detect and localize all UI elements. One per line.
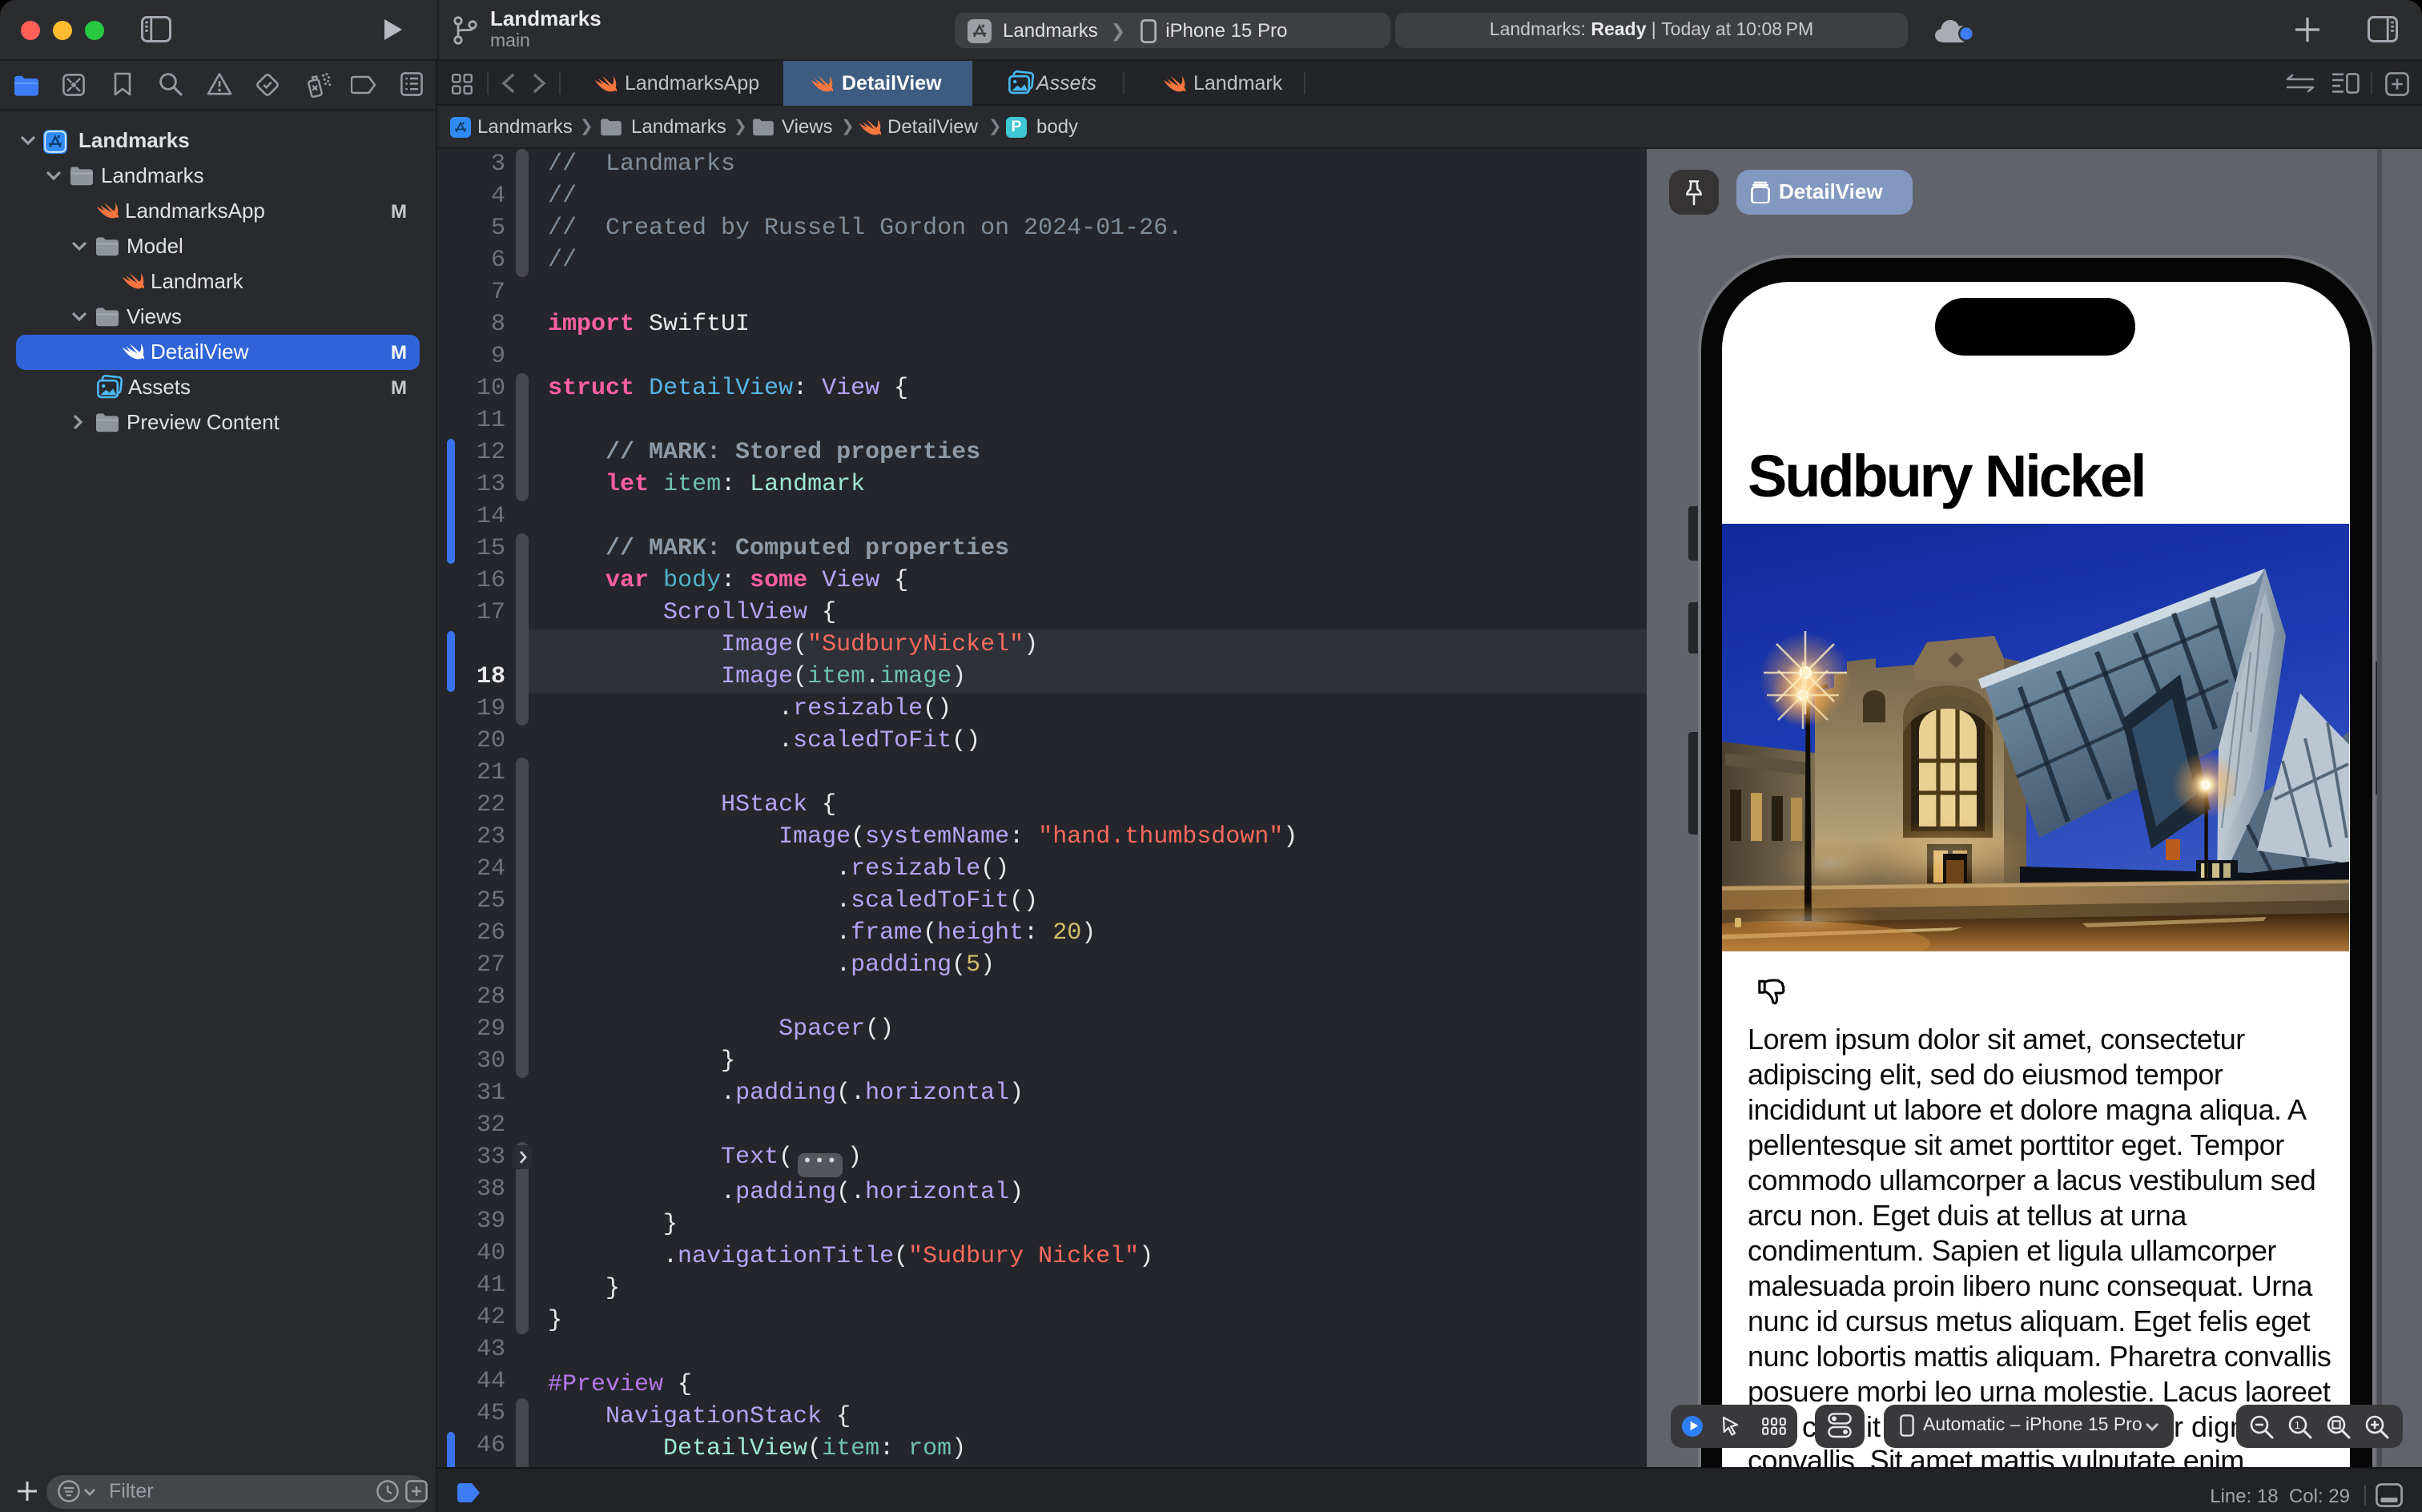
svg-text:1: 1 [2295,1418,2300,1430]
